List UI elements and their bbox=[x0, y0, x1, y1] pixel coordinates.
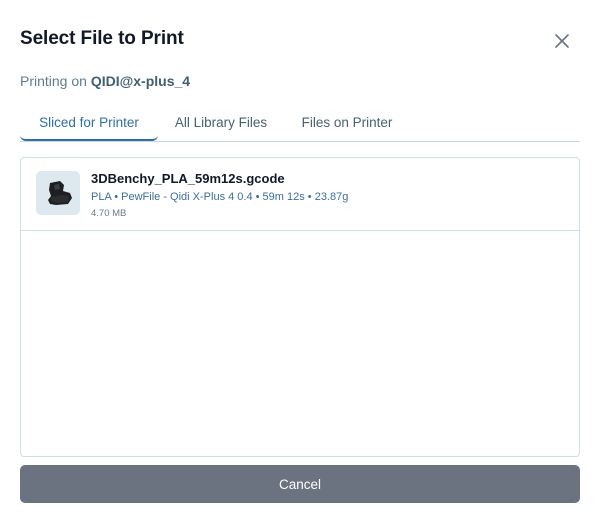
close-button[interactable] bbox=[552, 31, 572, 51]
file-size: 4.70 MB bbox=[91, 208, 127, 219]
printer-name: QIDI@x-plus_4 bbox=[90, 73, 191, 89]
tab-all-library-files[interactable]: All Library Files bbox=[163, 105, 279, 139]
tab-sliced-for-printer[interactable]: Sliced for Printer bbox=[20, 105, 158, 141]
file-meta: PLA • PewFile - Qidi X-Plus 4 0.4 • 59m … bbox=[91, 191, 349, 203]
file-source-tabs: Sliced for Printer All Library Files Fil… bbox=[20, 105, 580, 142]
select-file-dialog: Select File to Print Printing on QIDI@x-… bbox=[0, 0, 600, 523]
cancel-button[interactable]: Cancel bbox=[20, 465, 580, 503]
printer-subtitle: Printing on QIDI@x-plus_4 bbox=[20, 73, 190, 89]
file-thumbnail bbox=[36, 171, 80, 215]
list-item[interactable]: 3DBenchy_PLA_59m12s.gcode PLA • PewFile … bbox=[21, 158, 579, 231]
subtitle-prefix: Printing on bbox=[20, 73, 91, 89]
file-list: 3DBenchy_PLA_59m12s.gcode PLA • PewFile … bbox=[20, 157, 580, 457]
dialog-title: Select File to Print bbox=[20, 28, 184, 49]
benchy-thumbnail-icon bbox=[48, 181, 72, 205]
tab-files-on-printer[interactable]: Files on Printer bbox=[290, 105, 404, 139]
close-icon bbox=[555, 34, 569, 48]
file-name: 3DBenchy_PLA_59m12s.gcode bbox=[91, 171, 285, 186]
